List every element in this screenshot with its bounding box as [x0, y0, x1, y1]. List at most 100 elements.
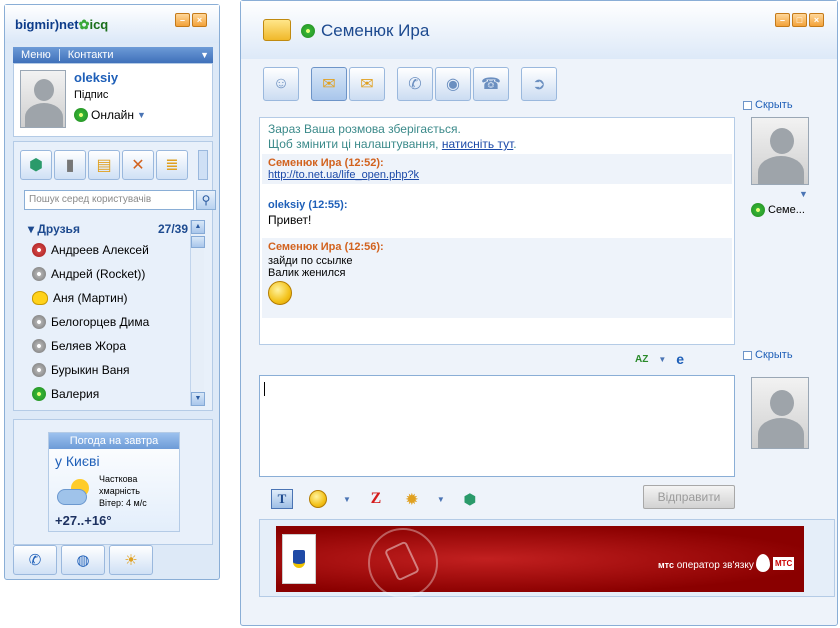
send-button[interactable]: Відправити [643, 485, 735, 509]
side-contact-status[interactable]: Семе... [751, 203, 805, 217]
web-button[interactable]: ◍ [61, 545, 105, 575]
text-caret [264, 382, 265, 396]
search-button[interactable]: ⚲ [196, 190, 216, 210]
smiley-icon [268, 281, 292, 305]
ad-banner[interactable]: мтс оператор зв'язку МТС [259, 519, 835, 598]
hide-contact-avatar-toggle[interactable]: Скрыть [743, 99, 793, 111]
close-button[interactable]: × [192, 13, 207, 27]
mts-egg-icon [756, 554, 770, 572]
notes-button[interactable]: ▤ [88, 150, 120, 180]
weather-button[interactable]: ☀ [109, 545, 153, 575]
status-selector[interactable]: Онлайн ▼ [74, 108, 146, 122]
offline-flower-icon [32, 267, 46, 281]
emoticons-button[interactable] [307, 489, 329, 509]
hide-own-avatar-toggle[interactable]: Скрыть [743, 349, 793, 361]
chevron-down-icon[interactable]: ▼ [192, 50, 213, 60]
games-button[interactable]: ⬢ [459, 489, 481, 509]
red-flower-icon [32, 243, 46, 257]
list-item[interactable]: Бурыкин Ваня [24, 358, 190, 382]
browser-icon[interactable]: e [676, 351, 684, 367]
stack-icon: ≣ [165, 157, 179, 174]
offline-flower-icon [32, 315, 46, 329]
fax-icon: ☎ [481, 76, 501, 93]
tools-button[interactable]: ✕ [122, 150, 154, 180]
chevron-down-icon[interactable]: ▼ [437, 495, 445, 504]
weather-card[interactable]: Погода на завтра у Києві Часткова хмарні… [48, 432, 180, 532]
message-sender: Семенюк Ира (12:56): [268, 241, 384, 253]
profile-signature[interactable]: Підпис [74, 89, 108, 101]
sms-button[interactable]: ▮ [54, 150, 86, 180]
message-text: Привет! [268, 213, 312, 227]
menu-item-contacts[interactable]: Контакти [60, 49, 122, 61]
phone-icon: ✆ [28, 552, 42, 569]
send-file-button[interactable]: ➲ [521, 67, 557, 101]
weather-widget: Погода на завтра у Києві Часткова хмарні… [13, 419, 213, 545]
message-item: Семенюк Ира (12:52): http://to.net.ua/li… [262, 154, 732, 184]
maximize-button[interactable]: □ [792, 13, 807, 27]
smiley-icon [309, 490, 327, 508]
offline-flower-icon [32, 363, 46, 377]
chat-titlebar: Семенюк Ира – □ × [241, 1, 837, 59]
contact-group-header[interactable]: ▾ Друзья 27/39 [28, 222, 188, 236]
list-item[interactable]: Беляев Жора [24, 334, 190, 358]
input-tools-row: AZ ▼ e [635, 351, 684, 367]
message-sender: Семенюк Ира (12:52): [268, 157, 384, 169]
bee-icon: ✹ [406, 490, 418, 507]
sms-icon: ✉ [360, 76, 374, 93]
message-item: oleksiy (12:55): Привет! [262, 196, 732, 230]
nudge-button[interactable]: Z [365, 489, 387, 509]
bottom-toolbar: ✆ ◍ ☀ [13, 545, 213, 577]
spellcheck-icon[interactable]: AZ [635, 354, 648, 365]
contact-list-scrollbar[interactable]: ▲ ▼ [190, 220, 205, 406]
chevron-down-icon[interactable]: ▼ [658, 355, 666, 364]
coat-of-arms-icon [282, 534, 316, 584]
animation-button[interactable]: ✹ [401, 489, 423, 509]
message-link[interactable]: http://to.net.ua/life_open.php?k [268, 169, 726, 181]
status-label: Онлайн [91, 108, 134, 122]
fax-button[interactable]: ☎ [473, 67, 509, 101]
games-button[interactable]: ⬢ [20, 150, 52, 180]
list-item[interactable]: Андреев Алексей [24, 238, 190, 262]
stats-button[interactable]: ≣ [156, 150, 188, 180]
menu-item-menu[interactable]: Меню [13, 49, 59, 61]
toolbar-scroll[interactable] [198, 150, 208, 180]
text-format-button[interactable]: T [271, 489, 293, 509]
sms-tab-button[interactable]: ✉ [349, 67, 385, 101]
list-item[interactable]: Белогорцев Дима [24, 310, 190, 334]
call-button[interactable]: ✆ [13, 545, 57, 575]
search-input[interactable]: Пошук серед користувачів [24, 190, 194, 210]
minimize-button[interactable]: – [175, 13, 190, 27]
chat-window: Семенюк Ира – □ × ☺ ✉ ✉ ✆ ◉ ☎ ➲ Зараз Ва… [240, 0, 838, 626]
contact-avatar[interactable] [751, 117, 809, 185]
message-input[interactable] [259, 375, 735, 477]
app-logo: bigmir)net✿icq [15, 17, 109, 32]
voice-call-button[interactable]: ✆ [397, 67, 433, 101]
avatar[interactable] [20, 70, 66, 128]
weather-icon: ☀ [124, 552, 138, 569]
phone-icon: ✆ [408, 76, 422, 93]
minimize-button[interactable]: – [775, 13, 790, 27]
settings-link[interactable]: натисніть тут [442, 137, 513, 151]
message-icon: ✉ [322, 76, 336, 93]
scroll-thumb[interactable] [191, 236, 205, 248]
message-history[interactable]: Зараз Ваша розмова зберігається. Щоб змі… [259, 117, 735, 345]
list-item[interactable]: Андрей (Rocket)) [24, 262, 190, 286]
contact-info-button[interactable]: ☺ [263, 67, 299, 101]
user-add-icon: ☺ [272, 75, 290, 92]
own-avatar[interactable] [751, 377, 809, 449]
profile-name[interactable]: oleksiy [74, 70, 118, 85]
chevron-down-icon[interactable]: ▼ [799, 189, 808, 199]
scroll-down-button[interactable]: ▼ [191, 392, 205, 406]
video-call-button[interactable]: ◉ [435, 67, 471, 101]
list-item[interactable]: Аня (Мартин) [24, 286, 190, 310]
message-tab-button[interactable]: ✉ [311, 67, 347, 101]
weather-description: Часткова хмарність Вітер: 4 м/с [99, 474, 147, 508]
list-item[interactable]: Валерия [24, 382, 190, 406]
message-item: Семенюк Ира (12:56): зайди по ссылке Вал… [262, 238, 732, 318]
close-button[interactable]: × [809, 13, 824, 27]
scroll-up-button[interactable]: ▲ [191, 220, 205, 234]
file-transfer-icon: ➲ [532, 76, 546, 93]
offline-flower-icon [32, 339, 46, 353]
main-menu-bar: Меню Контакти ▼ [13, 47, 213, 63]
chevron-down-icon[interactable]: ▼ [343, 495, 351, 504]
